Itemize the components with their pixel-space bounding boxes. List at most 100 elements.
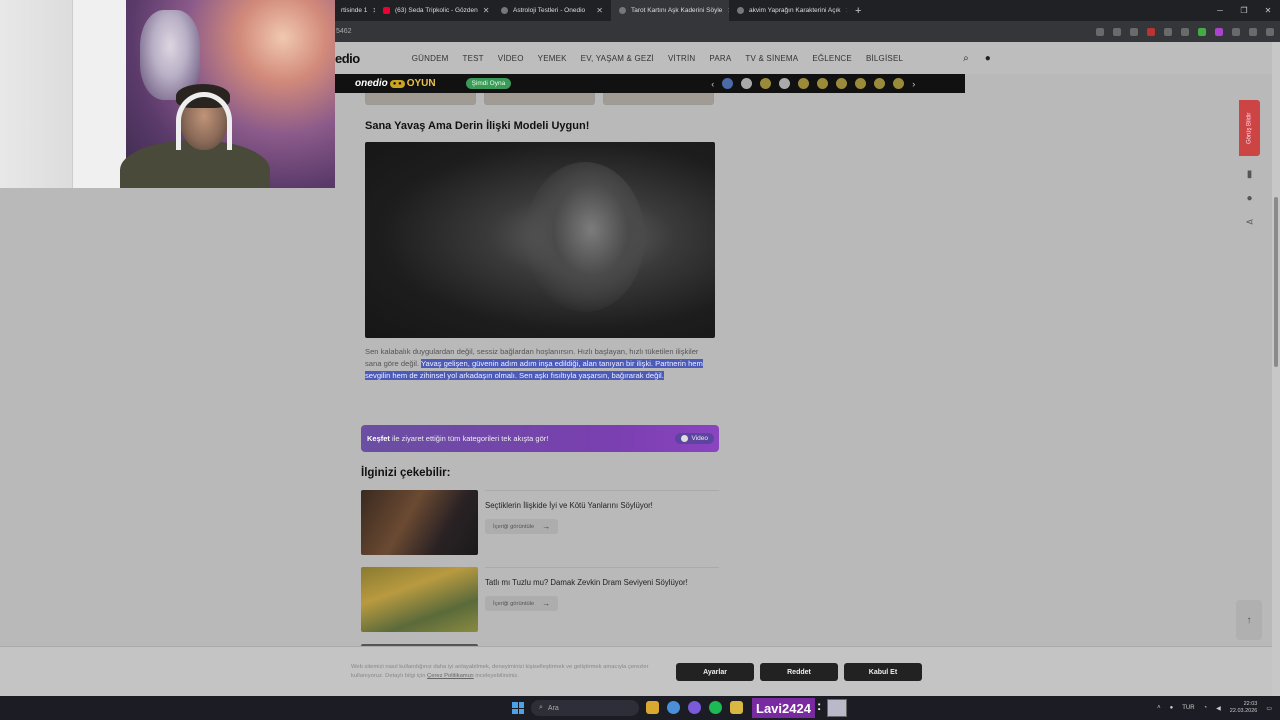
language-indicator[interactable]: TUR [1182, 705, 1194, 711]
scroll-to-top-button[interactable]: ↑ [1236, 600, 1262, 640]
close-icon[interactable]: ✕ [596, 6, 603, 15]
nav-item[interactable]: VİTRİN [668, 54, 695, 63]
install-icon[interactable] [1096, 27, 1104, 36]
browser-tab-2[interactable]: (63) Seda Tripkolic - Gözden ✕ [375, 0, 493, 21]
related-title[interactable]: Seçtiklerin İlişkide İyi ve Kötü Yanları… [485, 501, 653, 510]
related-thumbnail[interactable] [361, 567, 478, 632]
cookie-text: Web sitemizi nasıl kullandığınız daha iy… [351, 664, 649, 679]
cookie-settings-button[interactable]: Ayarlar [676, 663, 754, 681]
game-icon[interactable] [893, 78, 905, 89]
nav-item[interactable]: GÜNDEM [412, 54, 449, 63]
app-icon[interactable] [688, 701, 701, 714]
game-icon[interactable] [874, 78, 886, 89]
game-icon[interactable] [741, 78, 753, 89]
cookie-policy-link[interactable]: Çerez Politikamızı [427, 673, 474, 679]
chrome-icon[interactable] [667, 701, 680, 714]
arrow-right-icon: → [542, 599, 551, 608]
game-title: OYUN [406, 78, 436, 89]
play-now-button[interactable]: Şimdi Oyna [465, 78, 512, 89]
spotify-icon[interactable] [709, 701, 722, 714]
nav-item[interactable]: BİLGİSEL [866, 54, 903, 63]
browser-tab-4[interactable]: Tarot Kartını Aşk Kaderini Söyle ✕ [611, 0, 729, 21]
browser-tab-1[interactable]: rtisinde 1 ✕ [333, 0, 375, 21]
comment-icon[interactable]: ● [1239, 193, 1260, 204]
chevron-up-icon[interactable]: ˄ [1157, 705, 1161, 711]
microphone-icon[interactable]: ● [1170, 705, 1174, 711]
windows-start-icon[interactable] [512, 702, 524, 714]
nav-actions: ⌕ ● [963, 53, 991, 64]
view-content-button[interactable]: İçeriği görüntüle → [485, 519, 559, 534]
star-icon[interactable] [1113, 27, 1121, 36]
video-chip[interactable]: Video [675, 433, 714, 444]
game-icon[interactable] [836, 78, 848, 89]
nav-item[interactable]: TV & SİNEMA [745, 54, 798, 63]
window-close-icon[interactable]: ✕ [1256, 6, 1280, 15]
profile-icon[interactable] [1249, 27, 1257, 36]
close-icon[interactable]: ✕ [483, 6, 490, 15]
extension-icon[interactable] [1130, 27, 1138, 36]
chevron-left-icon[interactable]: ‹ [711, 79, 714, 89]
search-icon[interactable]: ⌕ [963, 53, 969, 64]
nav-item[interactable]: PARA [709, 54, 731, 63]
volume-icon[interactable]: ◀ [1216, 705, 1221, 712]
clock[interactable]: 22:03 22.03.2026 [1230, 701, 1258, 715]
feedback-button[interactable]: Görüş Bildir [1239, 100, 1260, 156]
notification-icon[interactable]: ▭ [1266, 705, 1272, 712]
related-item[interactable]: Tatlı mı Tuzlu mu? Damak Zevkin Dram Sev… [361, 567, 719, 633]
nav-item[interactable]: YEMEK [538, 54, 567, 63]
option-thumbnail[interactable] [603, 93, 714, 105]
cookie-accept-button[interactable]: Kabul Et [844, 663, 922, 681]
explore-banner[interactable]: Keşfet ile ziyaret ettiğin tüm kategoril… [361, 425, 719, 452]
option-thumbnail[interactable] [484, 93, 595, 105]
url-text[interactable]: 5462 [336, 28, 352, 35]
new-tab-plus-icon[interactable]: + [855, 5, 861, 17]
browser-tab-5[interactable]: akvim Yaprağın Karakterini Açık ✕ [729, 0, 847, 21]
cookie-reject-button[interactable]: Reddet [760, 663, 838, 681]
view-content-button[interactable]: İçeriği görüntüle → [485, 596, 559, 611]
extension-icons [1096, 27, 1274, 36]
menu-dots-icon[interactable] [1266, 27, 1274, 36]
scrollbar-thumb[interactable] [1274, 197, 1278, 367]
nav-item[interactable]: EĞLENCE [812, 54, 852, 63]
game-icon[interactable] [798, 78, 810, 89]
site-logo[interactable]: edio [335, 51, 360, 66]
stream-colon: : [817, 698, 822, 713]
stream-username: Lavi2424 [752, 698, 815, 718]
bookmark-icon[interactable]: ▮ [1239, 169, 1260, 180]
maximize-icon[interactable]: ❐ [1232, 6, 1256, 15]
extension-icon[interactable] [1164, 27, 1172, 36]
extension-icon[interactable] [1198, 27, 1206, 36]
game-logo[interactable]: onedio [355, 78, 388, 89]
option-thumbnail[interactable] [365, 93, 476, 105]
taskbar-search[interactable]: ⌕ Ara [531, 700, 639, 716]
close-icon[interactable]: ✕ [846, 6, 847, 15]
page-scrollbar[interactable] [1272, 42, 1280, 696]
chevron-right-icon[interactable]: › [912, 79, 915, 89]
tab-label: Astroloji Testleri - Onedio [513, 7, 586, 14]
related-item[interactable]: Seçtiklerin İlişkide İyi ve Kötü Yanları… [361, 490, 719, 556]
os-taskbar: ⌕ Ara Lavi2424 : ˄ ● TUR ◔ ◀ 22:03 22.03.2… [0, 696, 1280, 720]
share-icon[interactable]: ⋖ [1239, 217, 1260, 228]
game-icon[interactable] [722, 78, 734, 89]
browser-tab-3[interactable]: Astroloji Testleri - Onedio ✕ [493, 0, 611, 21]
game-icon[interactable] [855, 78, 867, 89]
extension-icon[interactable] [1215, 27, 1223, 36]
wifi-icon[interactable]: ◔ [1204, 705, 1208, 711]
game-icon[interactable] [817, 78, 829, 89]
folder-icon[interactable] [646, 701, 659, 714]
floating-sidebar: Görüş Bildir ▮ ● ⋖ [1239, 100, 1260, 228]
nav-item[interactable]: EV, YAŞAM & GEZİ [581, 54, 654, 63]
game-icon[interactable] [779, 78, 791, 89]
related-title[interactable]: Tatlı mı Tuzlu mu? Damak Zevkin Dram Sev… [485, 578, 688, 587]
puzzle-icon[interactable] [1232, 27, 1240, 36]
related-thumbnail[interactable] [361, 490, 478, 555]
app-icon[interactable] [730, 701, 743, 714]
game-icon[interactable] [760, 78, 772, 89]
nav-item[interactable]: TEST [463, 54, 484, 63]
tab-label: rtisinde 1 [341, 7, 368, 14]
minimize-icon[interactable]: ─ [1208, 6, 1232, 15]
extension-icon[interactable] [1181, 27, 1189, 36]
extension-icon[interactable] [1147, 27, 1155, 36]
user-icon[interactable]: ● [985, 53, 991, 64]
nav-item[interactable]: VİDEO [498, 54, 524, 63]
